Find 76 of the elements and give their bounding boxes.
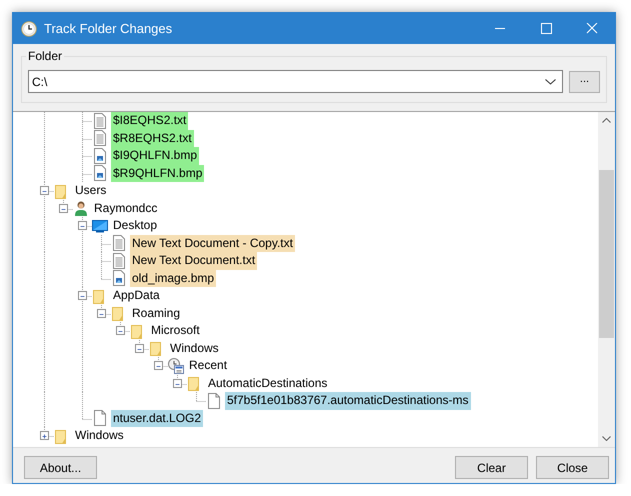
scroll-up-icon[interactable]	[602, 118, 611, 123]
tree-line	[101, 304, 111, 314]
user-icon	[73, 200, 89, 216]
tree-line	[82, 164, 92, 182]
clock-icon	[21, 20, 37, 36]
collapse-toggle[interactable]	[135, 344, 144, 353]
text-file-icon	[92, 130, 108, 146]
folder-name[interactable]: AutomaticDestinations	[206, 374, 330, 392]
folder-name[interactable]: Windows	[73, 427, 126, 444]
minus-icon	[61, 208, 66, 210]
file-name[interactable]: $R8EQHS2.txt	[111, 130, 194, 147]
minus-icon	[156, 366, 161, 368]
tree-line	[82, 147, 92, 165]
scrollbar[interactable]	[598, 112, 615, 447]
file-name[interactable]: $I9QHLFN.bmp	[111, 147, 200, 164]
clear-button[interactable]: Clear	[455, 456, 528, 479]
plus-icon	[42, 434, 47, 440]
text-file-icon	[111, 235, 127, 252]
monitor-icon	[92, 218, 108, 234]
file-icon	[206, 392, 222, 409]
file-icon	[92, 410, 108, 426]
window-title: Track Folder Changes	[44, 20, 172, 38]
scroll-thumb[interactable]	[599, 170, 614, 338]
minus-icon	[99, 314, 104, 315]
image-file-icon	[92, 148, 108, 164]
chevron-down-icon	[545, 78, 556, 84]
tree-line	[101, 234, 111, 252]
folder-name[interactable]: Roaming	[130, 304, 182, 322]
collapse-toggle[interactable]	[40, 186, 49, 196]
file-name[interactable]: New Text Document.txt	[130, 252, 258, 270]
minus-icon	[137, 348, 142, 350]
folder-name[interactable]: Raymondcc	[92, 200, 160, 217]
file-name[interactable]: ntuser.dat.LOG2	[111, 410, 204, 427]
image-file-icon	[92, 165, 108, 182]
collapse-toggle[interactable]	[97, 308, 106, 318]
file-name[interactable]: $I8EQHS2.txt	[111, 112, 188, 130]
collapse-toggle[interactable]	[59, 204, 68, 213]
folder-name[interactable]: Users	[73, 182, 108, 200]
collapse-toggle[interactable]	[173, 378, 182, 388]
maximize-icon[interactable]	[540, 23, 552, 34]
tree-line	[158, 357, 168, 367]
scroll-down-icon[interactable]	[602, 436, 611, 441]
minus-icon	[118, 331, 123, 332]
close-icon[interactable]	[586, 23, 598, 34]
clock-window-icon	[168, 358, 184, 374]
folder-dropdown[interactable]: C:\	[28, 70, 563, 93]
tree-line	[63, 200, 73, 210]
folder-name[interactable]: Windows	[168, 340, 221, 357]
minus-icon	[80, 296, 85, 298]
text-file-icon	[111, 252, 127, 269]
tree-line	[177, 374, 187, 384]
folder-name[interactable]: Microsoft	[149, 322, 202, 340]
file-name[interactable]: $R9QHLFN.bmp	[111, 164, 204, 182]
folder-name[interactable]: AppData	[111, 287, 162, 304]
collapse-toggle[interactable]	[78, 291, 87, 300]
tree-line	[120, 322, 130, 332]
collapse-toggle[interactable]	[78, 221, 87, 230]
file-name[interactable]: New Text Document - Copy.txt	[130, 234, 295, 252]
folder-name[interactable]: Recent	[187, 357, 230, 374]
tree-line	[82, 130, 92, 148]
group-label: Folder	[26, 49, 64, 63]
tree-line	[139, 340, 149, 350]
file-name[interactable]: old_image.bmp	[130, 270, 216, 287]
folder-name[interactable]: Desktop	[111, 217, 160, 234]
collapse-toggle[interactable]	[116, 326, 125, 336]
file-name[interactable]: 5f7b5f1e01b83767.automaticDestinations-ms	[225, 392, 470, 410]
collapse-toggle[interactable]	[154, 361, 163, 370]
minus-icon	[80, 226, 85, 228]
about-button[interactable]: About...	[24, 456, 97, 479]
minus-icon	[42, 191, 47, 192]
expand-toggle[interactable]	[40, 431, 49, 440]
tree-line	[196, 392, 206, 402]
close-button[interactable]: Close	[536, 456, 609, 479]
image-file-icon	[111, 270, 127, 286]
minus-icon	[175, 384, 180, 385]
browse-button[interactable]: ...	[569, 70, 600, 92]
